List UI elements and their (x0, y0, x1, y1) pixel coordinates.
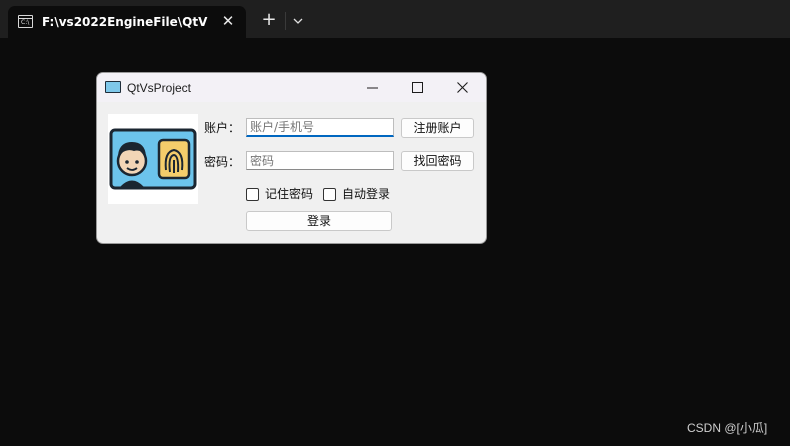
remember-password-label: 记住密码 (265, 187, 314, 201)
id-card-fingerprint-icon (109, 128, 197, 190)
password-input[interactable] (246, 151, 394, 170)
login-button[interactable]: 登录 (246, 211, 392, 231)
terminal-icon: C:\ (18, 15, 33, 28)
register-account-button[interactable]: 注册账户 (401, 118, 474, 138)
auto-login-box[interactable] (323, 187, 336, 201)
account-label: 账户： (204, 121, 241, 135)
watermark: CSDN @[小瓜] (687, 421, 768, 435)
dialog-titlebar[interactable]: QtVsProject (97, 73, 486, 102)
password-label: 密码： (204, 155, 241, 169)
maximize-icon (412, 82, 423, 93)
login-dialog: QtVsProject 账户： 注册账户 (96, 72, 487, 244)
terminal-tab[interactable]: C:\ F:\vs2022EngineFile\QtVsProject ✕ (8, 6, 246, 38)
remember-password-box[interactable] (246, 187, 259, 201)
id-card-icon (105, 81, 121, 93)
chevron-down-icon[interactable] (288, 11, 308, 31)
maximize-button[interactable] (395, 73, 439, 102)
terminal-titlebar: C:\ F:\vs2022EngineFile\QtVsProject ✕ + (0, 0, 790, 38)
tab-separator (285, 12, 286, 30)
auto-login-label: 自动登录 (342, 187, 391, 201)
new-tab-button[interactable]: + (258, 10, 280, 32)
account-input[interactable] (246, 118, 394, 137)
close-button[interactable] (440, 73, 484, 102)
auto-login-checkbox[interactable]: 自动登录 (323, 186, 390, 202)
avatar (108, 114, 198, 204)
tab-title: F:\vs2022EngineFile\QtVsProject (42, 15, 208, 29)
recover-password-button[interactable]: 找回密码 (401, 151, 474, 171)
close-icon (457, 82, 468, 93)
dialog-title: QtVsProject (127, 81, 192, 95)
minimize-icon (367, 87, 378, 89)
remember-password-checkbox[interactable]: 记住密码 (246, 186, 313, 202)
terminal-icon-text: C:\ (21, 19, 30, 26)
tab-close-icon[interactable]: ✕ (219, 12, 237, 30)
minimize-button[interactable] (350, 73, 394, 102)
